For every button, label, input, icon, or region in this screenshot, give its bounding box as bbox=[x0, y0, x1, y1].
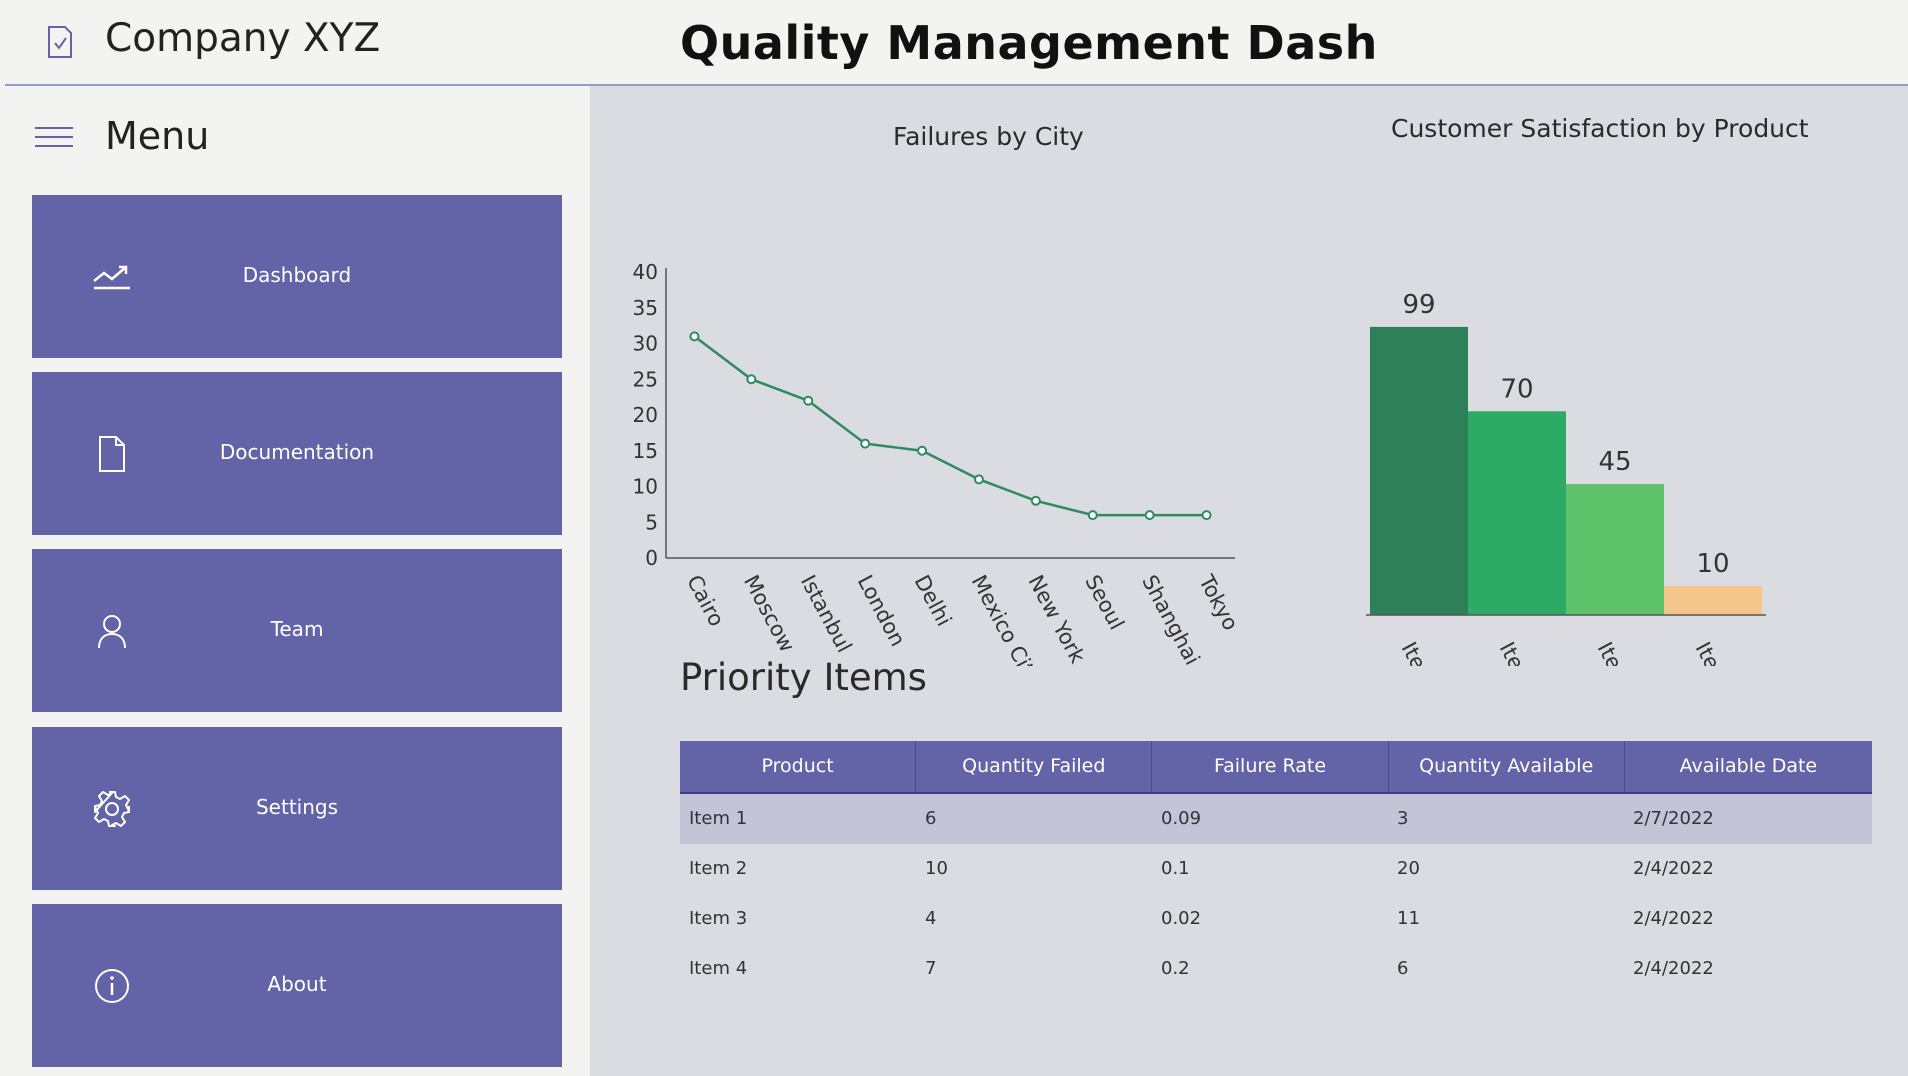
bar-chart: 99 Item 1 70 Item 2 45 Item 3 10 Item 4 bbox=[1366, 290, 1766, 666]
sidebar-item-label: About bbox=[267, 972, 327, 996]
table-row[interactable]: Item 3 4 0.02 11 2/4/2022 bbox=[680, 894, 1872, 944]
bar-chart-title: Customer Satisfaction by Product bbox=[1391, 114, 1809, 143]
table-cell: 0.1 bbox=[1161, 858, 1190, 879]
table-cell: Item 3 bbox=[689, 908, 748, 929]
column-header[interactable]: Available Date bbox=[1625, 741, 1872, 792]
data-label: 45 bbox=[1598, 447, 1631, 477]
data-point bbox=[1087, 510, 1098, 521]
table-cell: 2/7/2022 bbox=[1633, 808, 1714, 829]
sidebar-item-label: Team bbox=[270, 617, 324, 641]
y-tick-label: 25 bbox=[633, 367, 658, 391]
sidebar-item-about[interactable]: About bbox=[32, 904, 562, 1067]
sidebar-item-settings[interactable]: Settings bbox=[32, 727, 562, 890]
column-header[interactable]: Failure Rate bbox=[1152, 741, 1389, 792]
app-header: Company XYZ Quality Management Dash bbox=[5, 0, 1908, 86]
data-label: 70 bbox=[1500, 374, 1533, 404]
data-point bbox=[973, 474, 984, 485]
table-cell: 2/4/2022 bbox=[1633, 858, 1714, 879]
table-row[interactable]: Item 4 7 0.2 6 2/4/2022 bbox=[680, 944, 1872, 994]
data-point bbox=[860, 438, 871, 449]
x-tick-label: Cairo bbox=[682, 571, 729, 630]
x-tick-label: Item 2 bbox=[1495, 638, 1548, 666]
table-cell: 6 bbox=[925, 808, 937, 829]
y-tick-label: 15 bbox=[633, 439, 658, 463]
x-tick-label: Moscow bbox=[739, 571, 799, 656]
data-point bbox=[689, 331, 700, 342]
column-header[interactable]: Quantity Available bbox=[1389, 741, 1625, 792]
company-name: Company XYZ bbox=[105, 16, 381, 61]
y-tick-label: 0 bbox=[645, 546, 658, 570]
x-tick-label: Istanbul bbox=[796, 571, 857, 656]
table-cell: 0.2 bbox=[1161, 958, 1190, 979]
sidebar: Menu Dashboard Documentation Team Settin… bbox=[5, 86, 590, 1076]
column-header[interactable]: Quantity Failed bbox=[916, 741, 1153, 792]
sidebar-item-label: Dashboard bbox=[242, 263, 352, 287]
y-tick-label: 10 bbox=[633, 475, 658, 499]
x-tick-label: Shanghai bbox=[1137, 571, 1204, 666]
clipboard-check-icon bbox=[48, 26, 72, 58]
table-cell: 0.09 bbox=[1161, 808, 1202, 829]
hamburger-menu-icon[interactable] bbox=[35, 126, 73, 148]
data-point bbox=[746, 374, 757, 385]
bar bbox=[1566, 484, 1664, 615]
x-tick-label: Item 1 bbox=[1397, 638, 1450, 666]
y-tick-label: 30 bbox=[633, 332, 658, 356]
main-content: Failures by City 0 5 10 15 20 25 30 35 40 Cairo Mo… bbox=[590, 86, 1908, 1076]
table-cell: 11 bbox=[1397, 908, 1420, 929]
y-tick-label: 5 bbox=[645, 510, 658, 534]
table-cell: 2/4/2022 bbox=[1633, 958, 1714, 979]
table-cell: 4 bbox=[925, 908, 937, 929]
x-tick-label: London bbox=[853, 571, 910, 650]
y-tick-label: 35 bbox=[633, 296, 658, 320]
priority-items-table: Product Quantity Failed Failure Rate Qua… bbox=[680, 741, 1872, 994]
x-tick-label: Item 3 bbox=[1593, 638, 1646, 666]
table-row[interactable]: Item 2 10 0.1 20 2/4/2022 bbox=[680, 844, 1872, 894]
series-line bbox=[693, 335, 1207, 517]
bar bbox=[1664, 585, 1762, 615]
sidebar-item-team[interactable]: Team bbox=[32, 549, 562, 712]
sidebar-item-label: Documentation bbox=[219, 440, 375, 464]
table-cell: 0.02 bbox=[1161, 908, 1202, 929]
data-point bbox=[917, 445, 928, 456]
table-cell: 10 bbox=[925, 858, 948, 879]
data-label: 99 bbox=[1402, 290, 1435, 320]
menu-title: Menu bbox=[105, 114, 210, 158]
column-header[interactable]: Product bbox=[680, 741, 917, 792]
table-cell: Item 1 bbox=[689, 808, 748, 829]
table-cell: 3 bbox=[1397, 808, 1409, 829]
page-title: Quality Management Dash bbox=[680, 16, 1378, 70]
x-tick-label: Seoul bbox=[1080, 571, 1129, 634]
data-point bbox=[1030, 495, 1041, 506]
table-cell: Item 2 bbox=[689, 858, 748, 879]
x-tick-label: Tokyo bbox=[1194, 570, 1243, 634]
priority-items-title: Priority Items bbox=[680, 656, 927, 699]
table-cell: Item 4 bbox=[689, 958, 748, 979]
sidebar-item-dashboard[interactable]: Dashboard bbox=[32, 195, 562, 358]
x-tick-label: Delhi bbox=[910, 571, 957, 630]
table-cell: 20 bbox=[1397, 858, 1420, 879]
table-cell: 6 bbox=[1397, 958, 1409, 979]
bar bbox=[1370, 326, 1468, 615]
sidebar-item-documentation[interactable]: Documentation bbox=[32, 372, 562, 535]
table-header: Product Quantity Failed Failure Rate Qua… bbox=[680, 741, 1872, 794]
y-tick-label: 40 bbox=[633, 260, 658, 284]
bar bbox=[1468, 411, 1566, 615]
data-point bbox=[1144, 510, 1155, 521]
sidebar-item-label: Settings bbox=[255, 795, 339, 819]
x-tick-label: Item 4 bbox=[1691, 638, 1744, 666]
line-chart: 0 5 10 15 20 25 30 35 40 Cairo MoscowIstanbulLondo… bbox=[633, 260, 1243, 666]
line-chart-title: Failures by City bbox=[893, 122, 1084, 151]
table-row[interactable]: Item 1 6 0.09 3 2/7/2022 bbox=[680, 794, 1872, 844]
data-point bbox=[1201, 510, 1212, 521]
table-cell: 7 bbox=[925, 958, 937, 979]
y-tick-label: 20 bbox=[633, 403, 658, 427]
table-cell: 2/4/2022 bbox=[1633, 908, 1714, 929]
data-label: 10 bbox=[1696, 549, 1729, 579]
data-point bbox=[803, 395, 814, 406]
